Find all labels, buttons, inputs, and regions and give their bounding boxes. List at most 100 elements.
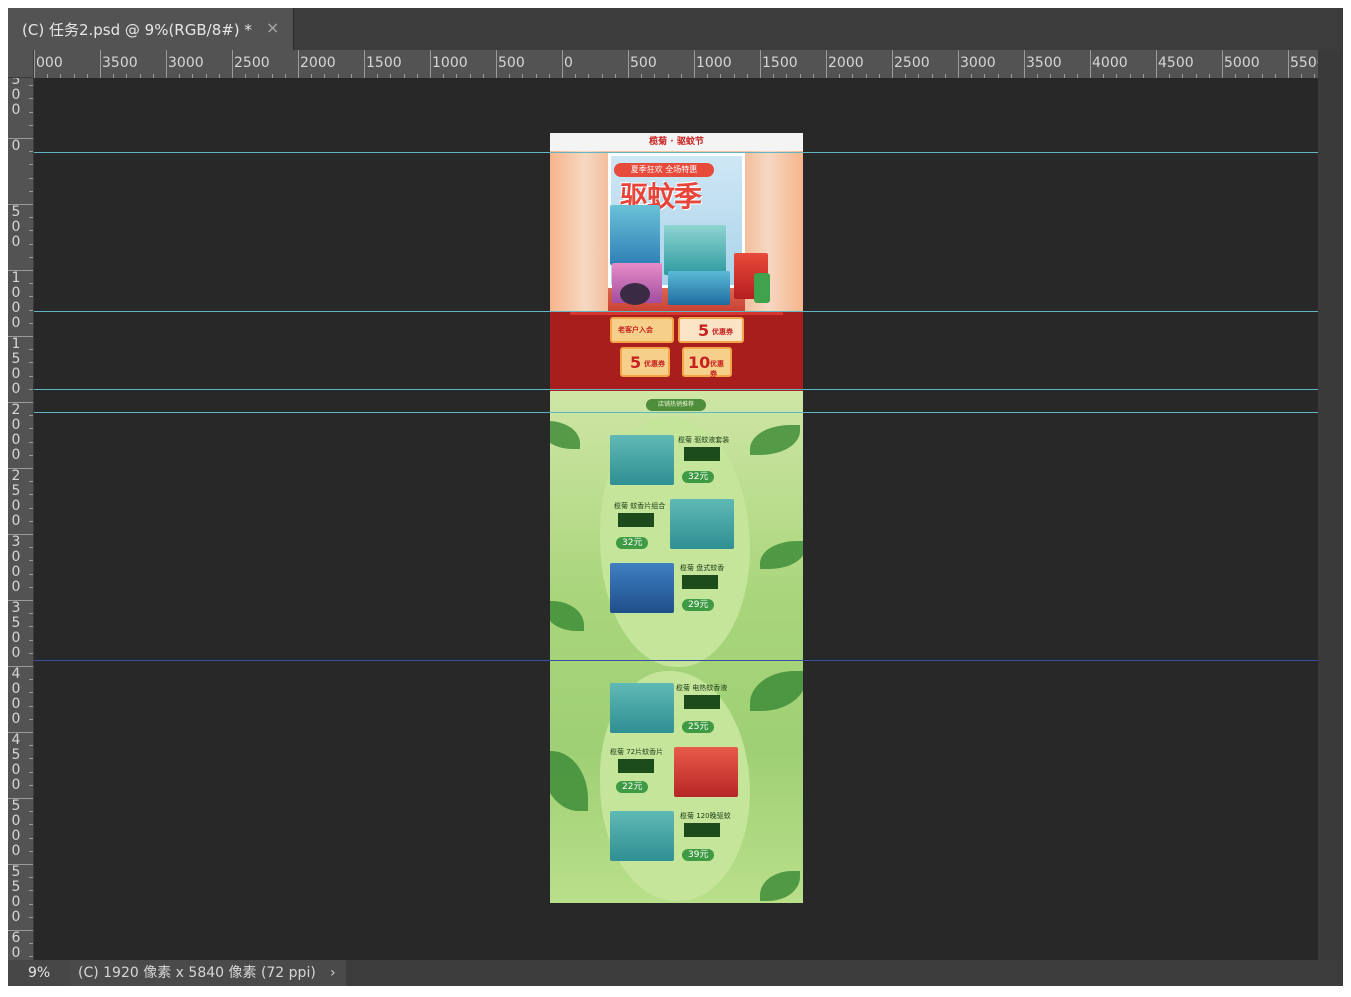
coupon-label: 优惠券 — [712, 328, 733, 336]
ruler-major-tick — [1156, 50, 1157, 78]
ruler-label: 5 5 0 0 — [11, 864, 21, 925]
ruler-label: 2000 — [828, 55, 864, 71]
product-box-graphic — [610, 205, 660, 265]
ruler-minor-tick — [29, 230, 33, 232]
product-image[interactable] — [610, 811, 674, 861]
product-image[interactable] — [610, 683, 674, 733]
coupon-10[interactable]: 10 优惠券 — [682, 347, 732, 378]
chevron-right-icon[interactable]: › — [330, 960, 336, 986]
guide-line[interactable] — [34, 389, 1318, 390]
ruler-minor-tick — [29, 151, 33, 153]
ruler-minor-tick — [29, 943, 33, 945]
ruler-major-tick — [496, 50, 497, 78]
vertical-ruler[interactable]: 5 0 0 0 5 0 0 1 0 0 0 1 5 0 0 2 0 0 0 2 5 0 0 3… — [8, 78, 34, 960]
ruler-origin-corner[interactable] — [8, 50, 34, 78]
product-image[interactable] — [610, 563, 674, 613]
product-price[interactable]: 29元 — [682, 599, 715, 611]
ruler-minor-tick — [29, 692, 33, 694]
ruler-label: 0 — [564, 55, 573, 71]
ruler-major-tick — [958, 50, 959, 78]
ruler-minor-tick — [29, 784, 33, 786]
ruler-label: 5 0 0 — [11, 78, 21, 118]
leaf-graphic — [550, 601, 584, 631]
product-price[interactable]: 32元 — [616, 537, 649, 549]
ruler-minor-tick — [29, 850, 33, 852]
ruler-major-tick — [892, 50, 893, 78]
ruler-label: 3500 — [102, 55, 138, 71]
ruler-minor-tick — [29, 296, 33, 298]
ruler-label: 6 0 — [11, 930, 21, 961]
ruler-major-tick — [628, 50, 629, 78]
ruler-minor-tick — [29, 520, 33, 522]
product-info-box — [618, 759, 654, 773]
ruler-minor-tick — [29, 415, 33, 417]
ruler-label: 3500 — [1026, 55, 1062, 71]
ruler-minor-tick — [29, 679, 33, 681]
ruler-minor-tick — [29, 481, 33, 483]
vertical-scrollbar-track[interactable] — [1318, 50, 1343, 960]
product-price[interactable]: 32元 — [682, 471, 715, 483]
mosquito-coil-graphic — [620, 283, 650, 305]
ruler-minor-tick — [29, 626, 33, 628]
close-icon[interactable]: × — [266, 18, 279, 37]
ruler-label: 5000 — [1224, 55, 1260, 71]
document-tab-title: (C) 任务2.psd @ 9%(RGB/8#) * — [22, 21, 252, 39]
ruler-label: 3000 — [168, 55, 204, 71]
guide-line[interactable] — [34, 311, 1318, 312]
section-label: 店铺热销推荐 — [646, 399, 706, 411]
canvas-area[interactable]: 榄菊 · 驱蚊节 夏季狂欢 全场特惠 驱蚊季 老客户入会 5 优惠券 5 优惠券… — [34, 78, 1318, 960]
ruler-label: 1000 — [696, 55, 732, 71]
document-tab[interactable]: (C) 任务2.psd @ 9%(RGB/8#) * × — [8, 8, 294, 50]
guide-line[interactable] — [34, 412, 1318, 413]
ruler-label: 4 5 0 0 — [11, 732, 21, 793]
leaf-graphic — [750, 425, 800, 455]
product-price[interactable]: 22元 — [616, 781, 649, 793]
product-image[interactable] — [610, 435, 674, 485]
ruler-minor-tick — [29, 164, 33, 166]
guide-line[interactable] — [34, 152, 1318, 153]
artboard-preview[interactable]: 榄菊 · 驱蚊节 夏季狂欢 全场特惠 驱蚊季 老客户入会 5 优惠券 5 优惠券… — [550, 133, 803, 903]
ruler-major-tick — [364, 50, 365, 78]
ruler-minor-tick — [29, 771, 33, 773]
coupon-5-top[interactable]: 5 优惠券 — [678, 317, 744, 343]
ruler-minor-tick — [29, 613, 33, 615]
ruler-minor-tick — [29, 243, 33, 245]
ruler-major-tick — [562, 50, 563, 78]
header-logo-text: 榄菊 · 驱蚊节 — [649, 137, 704, 147]
product-price[interactable]: 25元 — [682, 721, 715, 733]
document-info[interactable]: (C) 1920 像素 x 5840 像素 (72 ppi) — [70, 960, 346, 986]
ruler-minor-tick — [29, 388, 33, 390]
ruler-minor-tick — [29, 890, 33, 892]
leaf-graphic — [550, 421, 580, 449]
ruler-minor-tick — [29, 256, 33, 258]
ruler-label: 2 0 0 0 — [11, 402, 21, 463]
product-info-box — [684, 823, 720, 837]
ruler-minor-tick — [29, 454, 33, 456]
zoom-level[interactable]: 9% — [8, 960, 70, 986]
ruler-label: 5 0 0 0 — [11, 798, 21, 859]
ruler-label: 500 — [498, 55, 525, 71]
product-info-box — [682, 575, 718, 589]
ruler-major-tick — [1024, 50, 1025, 78]
guide-line-selected[interactable] — [34, 660, 1318, 661]
ruler-minor-tick — [29, 428, 33, 430]
ruler-label: 1 0 0 0 — [11, 270, 21, 331]
product-section: 店铺热销推荐 榄菊 驱蚊液套装 32元 榄菊 蚊香片组合 32元 榄菊 盘式蚊香… — [550, 391, 803, 903]
photoshop-document-window: (C) 任务2.psd @ 9%(RGB/8#) * × 000 3500 3000… — [8, 8, 1343, 986]
ruler-minor-tick — [29, 349, 33, 351]
status-bar: 9% (C) 1920 像素 x 5840 像素 (72 ppi) › — [8, 960, 1343, 986]
horizontal-ruler[interactable]: 000 3500 3000 2500 2000 1500 1000 500 0 500 1000 15… — [34, 50, 1318, 79]
ruler-minor-tick — [29, 758, 33, 760]
product-price[interactable]: 39元 — [682, 849, 715, 861]
ruler-minor-tick — [29, 903, 33, 905]
ruler-label: 2500 — [234, 55, 270, 71]
product-title: 榄菊 驱蚊液套装 — [678, 436, 730, 444]
liquid-bottle-graphic — [754, 273, 770, 303]
coupon-5[interactable]: 5 优惠券 — [620, 347, 670, 377]
ruler-major-tick — [430, 50, 431, 78]
product-image[interactable] — [674, 747, 738, 797]
ruler-minor-tick — [29, 507, 33, 509]
product-image[interactable] — [670, 499, 734, 549]
coupon-amount: 10 — [688, 353, 711, 372]
member-coupon[interactable]: 老客户入会 — [610, 317, 674, 343]
